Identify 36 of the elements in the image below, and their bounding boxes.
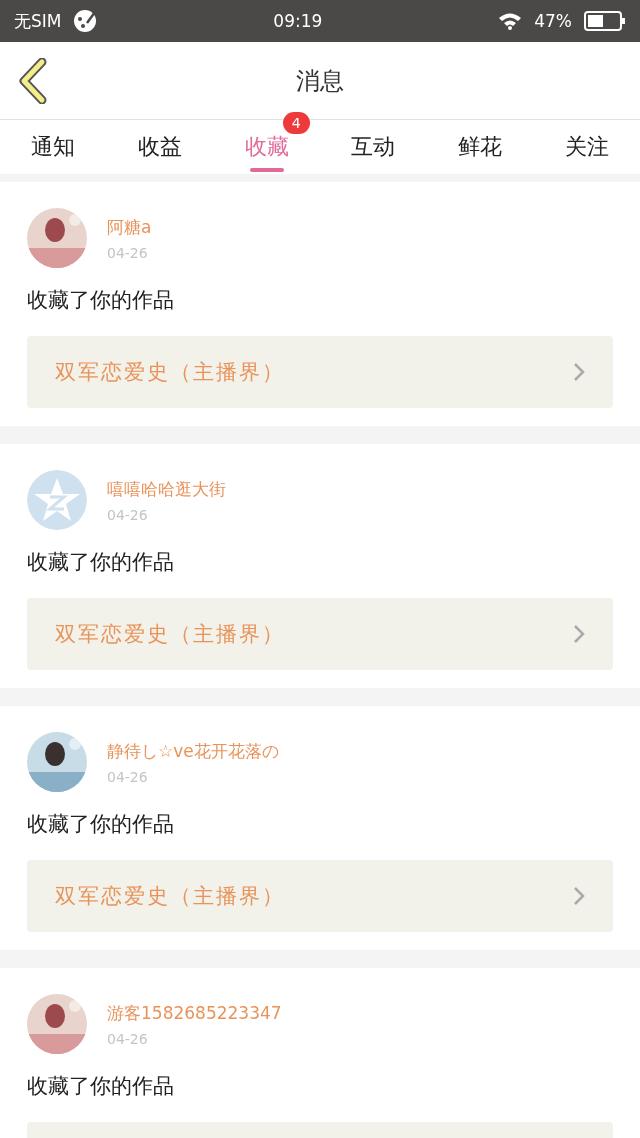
tab[interactable]: 关注 (564, 127, 609, 167)
message-date: 04-26 (107, 506, 149, 523)
user-name[interactable]: 静待し☆ve花开花落の (107, 739, 279, 763)
work-link[interactable]: 双军恋爱史（主播界） (27, 860, 613, 932)
tab-indicator (249, 168, 284, 172)
work-link[interactable]: 双军恋爱史（主播界） (27, 598, 613, 670)
user-name[interactable]: 嘻嘻哈哈逛大街 (107, 477, 226, 501)
action-text: 收藏了你的作品 (27, 811, 175, 838)
action-text: 收藏了你的作品 (27, 287, 175, 314)
chevron-icon (573, 886, 585, 906)
message-date: 04-26 (107, 768, 149, 785)
clock-text: 09:19 (273, 11, 323, 31)
message-date: 04-26 (107, 244, 149, 261)
tab[interactable]: 通知 (31, 127, 76, 167)
work-title: 双军恋爱史（主播界） (55, 621, 285, 648)
user-name[interactable]: 游客1582685223347 (107, 1001, 282, 1025)
tab[interactable]: 鲜花 (458, 127, 502, 167)
battery-percent-text: 47% (534, 11, 572, 31)
action-text: 收藏了你的作品 (27, 1073, 175, 1100)
battery-icon (584, 11, 626, 31)
work-title: 双军恋爱史（主播界） (55, 883, 285, 910)
chevron-icon (573, 624, 585, 644)
user-name[interactable]: 阿糖a (107, 215, 152, 239)
work-link[interactable]: 双军恋爱史（主播界） (27, 336, 613, 408)
page-title: 消息 (296, 65, 344, 97)
count-badge: 4 (282, 112, 310, 134)
chevron-icon (573, 362, 585, 382)
tab[interactable]: 互动 (351, 127, 396, 167)
wifi-icon (498, 12, 523, 30)
palette-icon (73, 9, 98, 33)
tab[interactable]: 收益 (138, 127, 182, 167)
work-title: 双军恋爱史（主播界） (55, 359, 285, 386)
message-date: 04-26 (107, 1030, 149, 1047)
carrier-text: 无SIM (14, 9, 62, 33)
action-text: 收藏了你的作品 (27, 549, 175, 576)
star-avatar-icon (27, 470, 87, 530)
